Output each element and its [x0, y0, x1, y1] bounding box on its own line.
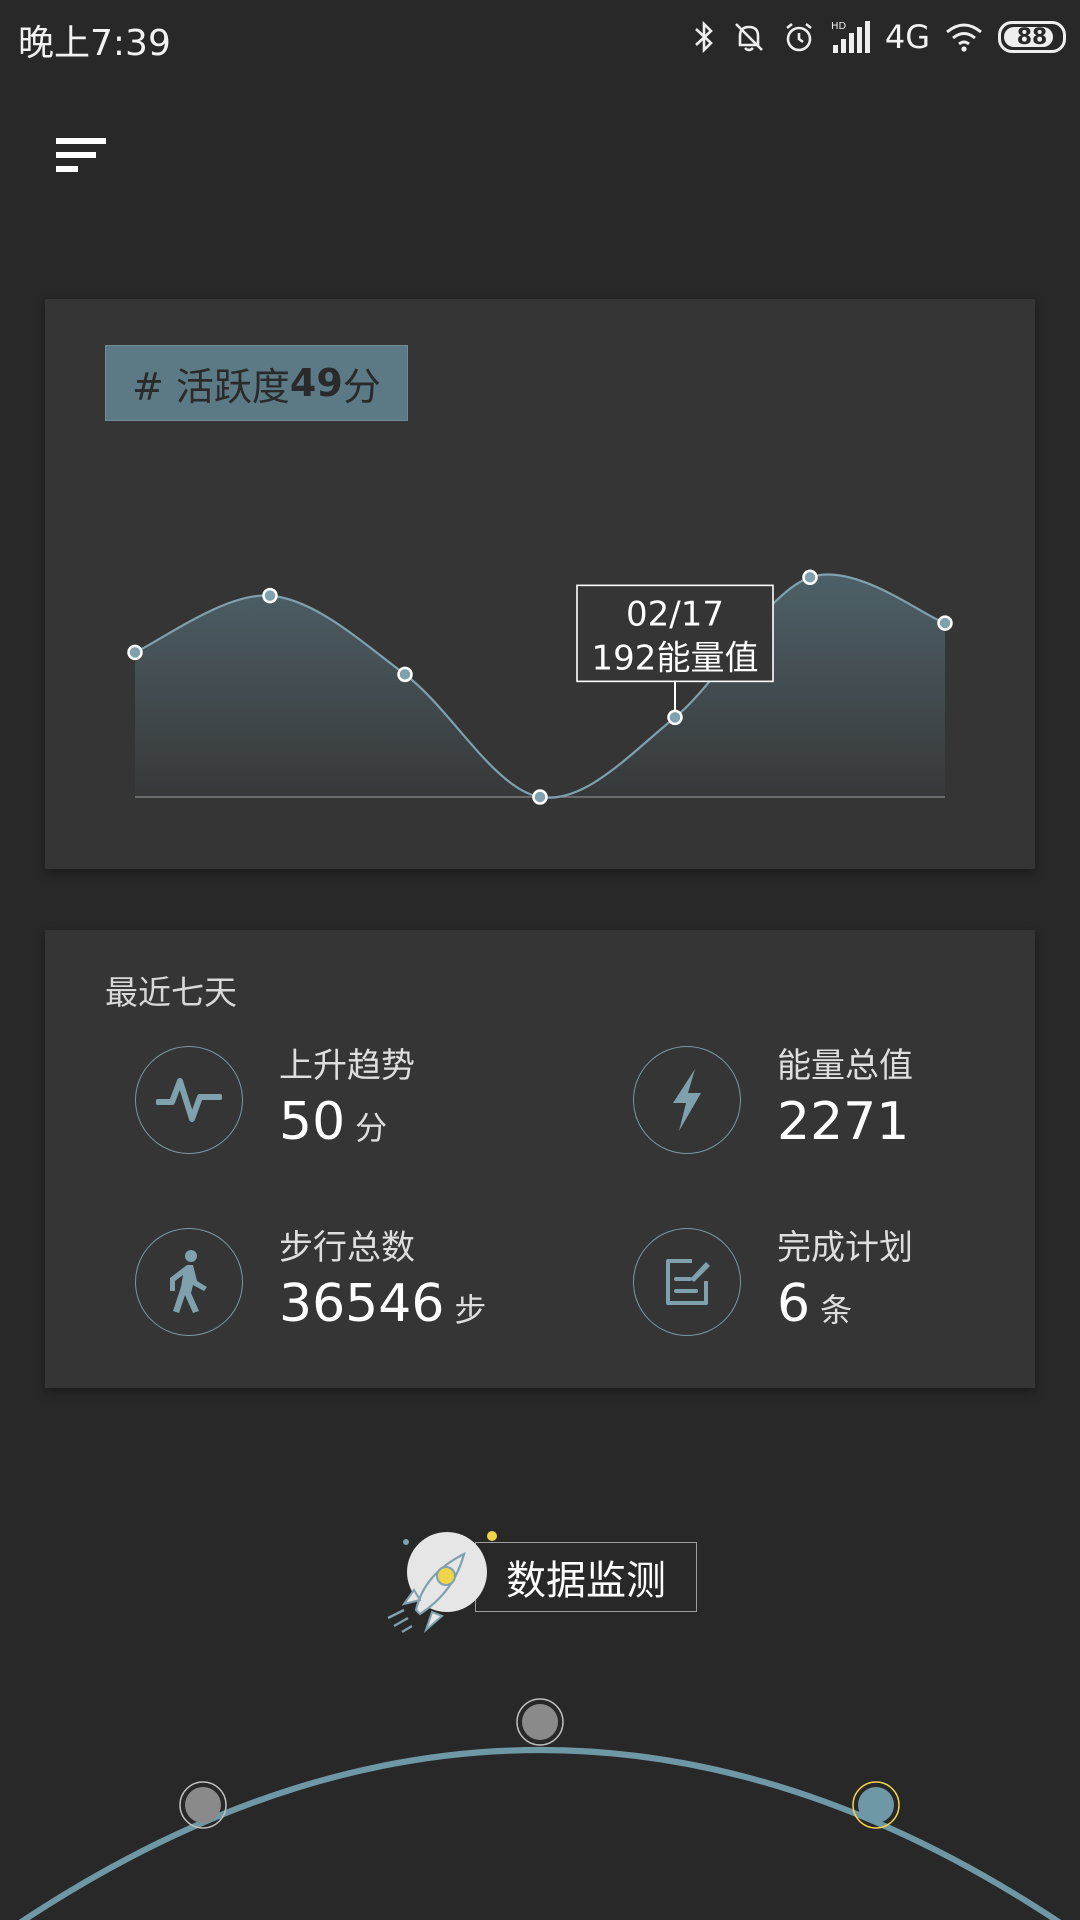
stat-trend-unit: 分	[355, 1109, 388, 1147]
tooltip-value: 192能量值	[592, 638, 759, 678]
chart-point[interactable]	[262, 587, 278, 604]
stat-steps-value-row: 36546 步	[279, 1274, 486, 1334]
stat-steps-label: 步行总数	[279, 1228, 415, 1268]
alarm-icon	[786, 22, 812, 52]
stat-steps-unit: 步	[454, 1291, 487, 1329]
lightning-icon	[673, 1069, 701, 1131]
stat-energy-label: 能量总值	[777, 1046, 913, 1086]
tooltip-date: 02/17	[626, 594, 724, 634]
chart-point[interactable]	[532, 789, 548, 805]
chart-point[interactable]	[667, 709, 683, 726]
stat-steps[interactable]: 步行总数 36546 步	[107, 1228, 527, 1340]
stat-plan-label: 完成计划	[777, 1228, 913, 1268]
bluetooth-icon	[694, 20, 713, 54]
stat-trend-icon-circle	[135, 1046, 243, 1154]
rocket-icon[interactable]	[380, 1520, 510, 1640]
status-icons: HD 4G 88	[691, 14, 1066, 60]
plan-icon	[666, 1259, 710, 1305]
chart-point[interactable]	[937, 615, 953, 631]
stat-trend[interactable]: 上升趋势 50 分	[107, 1046, 527, 1158]
battery-indicator: 88	[998, 21, 1066, 53]
stat-energy[interactable]: 能量总值 2271	[605, 1046, 1025, 1158]
stats-title: 最近七天	[105, 973, 237, 1012]
chart-point[interactable]	[802, 569, 818, 586]
stat-steps-value: 36546	[279, 1274, 445, 1334]
stat-plan-unit: 条	[820, 1291, 853, 1329]
bell-off-icon	[734, 23, 763, 52]
stat-energy-icon-circle	[633, 1046, 741, 1154]
walking-icon	[170, 1250, 207, 1313]
menu-icon-line	[56, 166, 78, 172]
status-bar: 晚上7:39 HD 4G 88	[0, 0, 1080, 74]
stat-plan[interactable]: 完成计划 6条	[605, 1228, 1025, 1340]
activity-chart: 02/17 192能量值	[127, 569, 953, 805]
stat-trend-label: 上升趋势	[279, 1046, 415, 1086]
stat-plan-value-row: 6条	[777, 1274, 852, 1334]
chart-area-fill	[135, 574, 945, 798]
stat-energy-value: 2271	[777, 1092, 910, 1152]
arc-navigation	[18, 1698, 1062, 1920]
stat-plan-icon-circle	[633, 1228, 741, 1336]
weekly-stats-card: 最近七天 上升趋势 50 分 能量总值 2271 步行总数 36546 步 完成…	[45, 930, 1035, 1388]
arc-track	[18, 1747, 1062, 1920]
wifi-icon	[946, 23, 982, 52]
stat-plan-value: 6	[777, 1274, 811, 1334]
stat-trend-value-row: 50 分	[279, 1092, 387, 1152]
arc-node-center[interactable]	[516, 1698, 564, 1746]
trend-icon	[156, 1078, 222, 1122]
signal-icon: HD	[831, 21, 870, 53]
chart-point[interactable]	[127, 644, 143, 661]
status-time: 晚上7:39	[18, 23, 171, 64]
menu-icon	[56, 138, 106, 144]
chart-point[interactable]	[397, 666, 413, 683]
stat-energy-value-row: 2271	[777, 1092, 909, 1152]
battery-level: 88	[1016, 24, 1048, 50]
menu-icon-line	[56, 152, 96, 158]
arc-node-right-active[interactable]	[852, 1781, 900, 1829]
stat-trend-value: 50	[279, 1092, 346, 1152]
arc-node-left[interactable]	[179, 1781, 227, 1829]
hd-label: HD	[831, 21, 847, 32]
activity-chart-card: # 活跃度 49 分 02/17 192能量值	[45, 299, 1035, 869]
network-type: 4G	[884, 18, 930, 56]
menu-button[interactable]	[48, 130, 118, 184]
data-monitor-label: 数据监测	[506, 1558, 666, 1604]
stat-steps-icon-circle	[135, 1228, 243, 1336]
